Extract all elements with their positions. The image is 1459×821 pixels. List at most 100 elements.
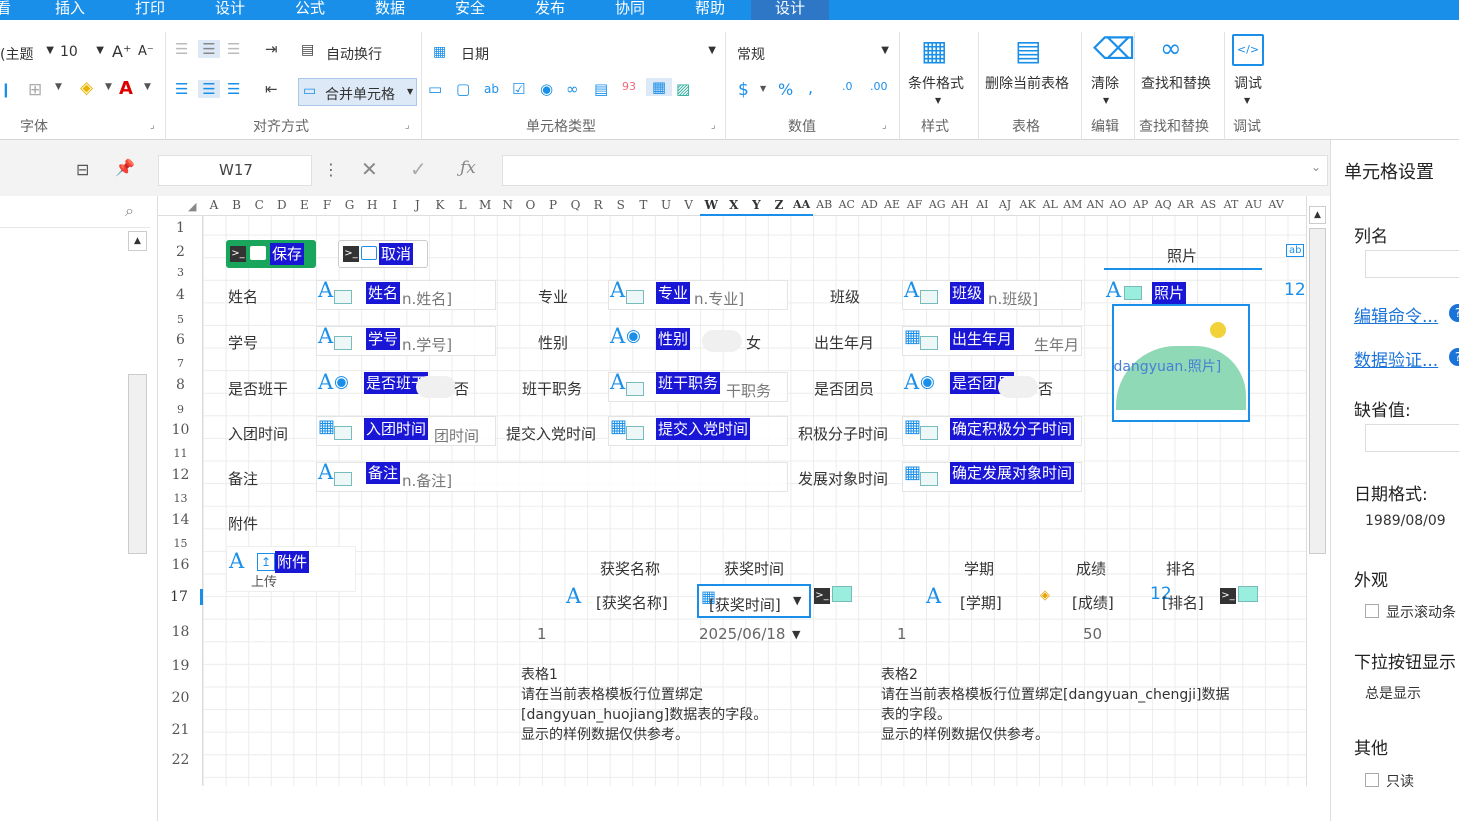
- column-header[interactable]: AD: [858, 198, 880, 211]
- font-grow-icon[interactable]: A⁺: [112, 42, 131, 61]
- clear-button[interactable]: ⌫ 清除 ▼: [1085, 30, 1135, 110]
- menu-insert[interactable]: 插入: [55, 0, 85, 20]
- menu-item-partial[interactable]: 看: [0, 0, 11, 20]
- column-header[interactable]: AI: [971, 198, 993, 211]
- column-header[interactable]: AS: [1197, 198, 1219, 211]
- currency-icon[interactable]: $: [738, 80, 749, 100]
- align-right-icon[interactable]: ☰: [227, 80, 240, 98]
- merge-cells-button[interactable]: ▭ 合并单元格 ▼: [298, 78, 417, 106]
- menu-publish[interactable]: 发布: [535, 0, 565, 20]
- column-header[interactable]: C: [248, 198, 270, 212]
- data-validation-link[interactable]: 数据验证...: [1354, 346, 1438, 371]
- row-header[interactable]: 11: [158, 447, 203, 460]
- column-header[interactable]: W: [700, 198, 722, 212]
- pin-icon[interactable]: 📌: [115, 158, 135, 177]
- row-header[interactable]: 3: [158, 266, 203, 279]
- column-header[interactable]: Y: [745, 198, 767, 212]
- font-shrink-icon[interactable]: A⁻: [138, 44, 154, 59]
- number-type-icon[interactable]: 93: [622, 80, 636, 93]
- delete-table-button[interactable]: ▤ 删除当前表格: [983, 30, 1077, 110]
- label-type-icon[interactable]: ab: [484, 82, 499, 96]
- row-header[interactable]: 20: [158, 690, 203, 706]
- name-box[interactable]: W17: [158, 155, 312, 186]
- celltype-dialog-launcher-icon[interactable]: ⌟: [711, 120, 716, 131]
- column-header[interactable]: AU: [1243, 198, 1265, 211]
- gender-female-option[interactable]: 女: [746, 332, 761, 353]
- row-header[interactable]: 4: [158, 287, 203, 303]
- expand-formula-icon[interactable]: ⌄: [1311, 160, 1321, 174]
- textbox-icon[interactable]: ▭: [428, 80, 442, 98]
- column-header[interactable]: G: [339, 198, 361, 212]
- bold-partial-icon[interactable]: ❙: [0, 82, 12, 98]
- wrap-text-icon[interactable]: ▤: [301, 42, 314, 58]
- column-header[interactable]: T: [632, 198, 654, 212]
- show-scroll-checkbox[interactable]: [1365, 604, 1379, 618]
- debug-button[interactable]: </> 调试 ▼: [1228, 30, 1268, 110]
- row-header[interactable]: 1: [158, 220, 203, 236]
- chevron-down-icon[interactable]: ▼: [55, 82, 62, 92]
- chevron-down-icon[interactable]: ▼: [793, 594, 801, 607]
- column-header[interactable]: AH: [949, 198, 971, 211]
- formula-input[interactable]: ⌄: [502, 155, 1328, 186]
- number-format-select[interactable]: 常规 ▼: [731, 40, 895, 66]
- grid-scroll-thumb[interactable]: [1309, 228, 1326, 554]
- column-header[interactable]: V: [678, 198, 700, 212]
- menu-collab[interactable]: 协同: [615, 0, 645, 20]
- column-header[interactable]: AK: [1017, 198, 1039, 211]
- align-middle-icon[interactable]: ☰: [198, 40, 220, 58]
- column-header[interactable]: AT: [1220, 198, 1242, 211]
- list-type-icon[interactable]: ▤: [594, 80, 608, 98]
- more-options-icon[interactable]: ⋮: [323, 160, 339, 179]
- attachment-upload[interactable]: A ↥ 附件 上传: [226, 546, 356, 592]
- row-header[interactable]: 18: [158, 624, 203, 640]
- row-header[interactable]: 10: [158, 422, 203, 438]
- column-header[interactable]: X: [723, 198, 745, 212]
- save-button[interactable]: >_ 保存: [226, 240, 316, 268]
- column-header[interactable]: N: [497, 198, 519, 212]
- select-all-icon[interactable]: ◢: [188, 200, 196, 213]
- image-type-icon[interactable]: ▨: [676, 80, 690, 98]
- cell-type-select[interactable]: ▦ 日期 ▼: [428, 40, 722, 66]
- button-type-icon[interactable]: ▢: [456, 80, 470, 98]
- date-format-input[interactable]: 1989/08/09: [1365, 508, 1459, 536]
- column-header[interactable]: H: [361, 198, 383, 212]
- menu-formula[interactable]: 公式: [295, 0, 325, 20]
- default-value-input[interactable]: [1365, 424, 1459, 452]
- chevron-down-icon[interactable]: ▼: [760, 84, 766, 93]
- column-header[interactable]: AA: [791, 198, 813, 211]
- column-header[interactable]: S: [610, 198, 632, 212]
- scroll-up-icon[interactable]: ▲: [128, 231, 147, 251]
- row-header[interactable]: 8: [158, 377, 203, 393]
- column-header[interactable]: AJ: [994, 198, 1016, 211]
- column-header[interactable]: D: [271, 198, 293, 212]
- row-header[interactable]: 9: [158, 403, 203, 416]
- column-header[interactable]: AO: [1107, 198, 1129, 211]
- row-header[interactable]: 13: [158, 492, 203, 505]
- date-type-icon[interactable]: ▦: [646, 78, 672, 96]
- scroll-up-icon[interactable]: ▲: [1309, 206, 1326, 224]
- column-header[interactable]: Q: [565, 198, 587, 212]
- column-header[interactable]: AC: [836, 198, 858, 211]
- percent-icon[interactable]: %: [778, 80, 793, 99]
- photo-box[interactable]: [dangyuan.照片]: [1112, 304, 1250, 422]
- confirm-formula-icon[interactable]: ✓: [410, 157, 427, 181]
- column-header[interactable]: O: [519, 198, 541, 212]
- edit-command-link[interactable]: 编辑命令...: [1354, 302, 1438, 327]
- align-center-icon[interactable]: ☰: [198, 80, 220, 98]
- align-top-icon[interactable]: ☰: [175, 40, 188, 58]
- column-header[interactable]: K: [429, 198, 451, 212]
- cancel-formula-icon[interactable]: ✕: [361, 157, 378, 181]
- fill-color-icon[interactable]: ◈: [80, 78, 93, 98]
- checkbox-type-icon[interactable]: ☑: [512, 80, 525, 98]
- outdent-icon[interactable]: ⇤: [265, 80, 278, 98]
- number-dialog-launcher-icon[interactable]: ⌟: [882, 120, 887, 131]
- row-header[interactable]: 5: [158, 313, 203, 326]
- left-search-box[interactable]: ⌕: [0, 196, 150, 228]
- chevron-down-icon[interactable]: ▼: [105, 82, 112, 92]
- column-header[interactable]: M: [474, 198, 496, 212]
- column-header[interactable]: I: [384, 198, 406, 212]
- column-header[interactable]: P: [542, 198, 564, 212]
- column-header[interactable]: AG: [926, 198, 948, 211]
- leader-toggle[interactable]: [416, 376, 456, 398]
- wrap-text-button[interactable]: 自动换行: [326, 44, 382, 64]
